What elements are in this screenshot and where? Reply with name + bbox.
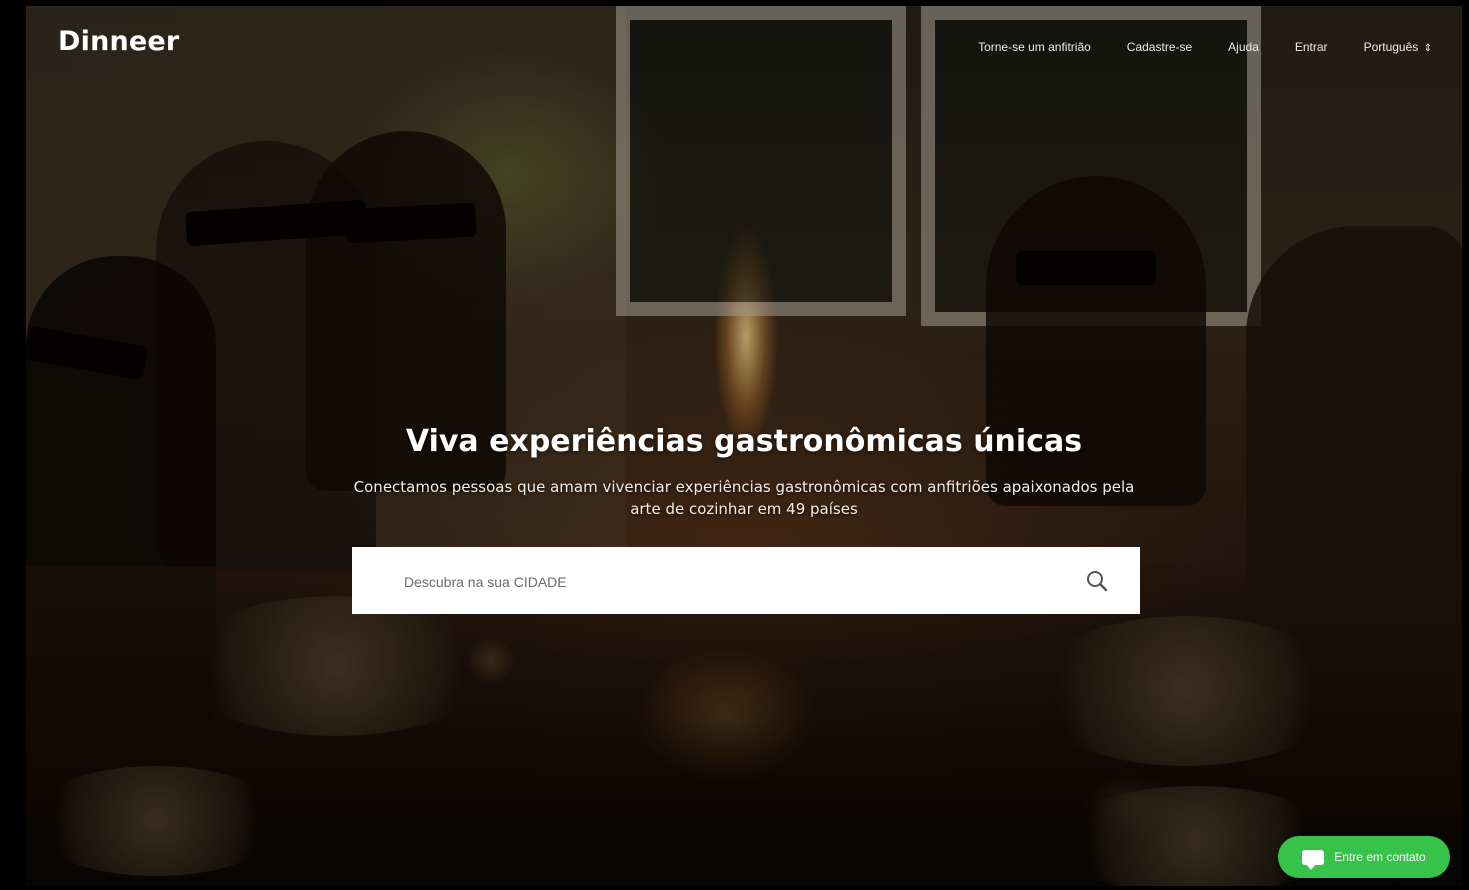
site-header: Dinneer Torne-se um anfitrião Cadastre-s…: [26, 6, 1462, 86]
language-label: Português: [1363, 40, 1419, 54]
logo[interactable]: Dinneer: [58, 26, 179, 57]
city-search-bar: [352, 547, 1140, 616]
search-icon[interactable]: [1084, 568, 1110, 594]
contact-button[interactable]: Entre em contato: [1278, 836, 1450, 878]
nav-signup[interactable]: Cadastre-se: [1127, 40, 1192, 54]
top-nav: Torne-se um anfitrião Cadastre-se Ajuda …: [978, 40, 1432, 54]
contact-label: Entre em contato: [1334, 850, 1426, 864]
city-search-input[interactable]: [402, 547, 1046, 616]
nav-login[interactable]: Entrar: [1295, 40, 1328, 54]
hero-subtitle: Conectamos pessoas que amam vivenciar ex…: [353, 478, 1135, 518]
language-selector[interactable]: Português ⇕: [1364, 40, 1432, 54]
updown-arrow-icon: ⇕: [1423, 43, 1432, 54]
nav-help[interactable]: Ajuda: [1228, 40, 1259, 54]
hero-title: Viva experiências gastronômicas únicas: [405, 424, 1083, 459]
chat-icon: [1302, 849, 1325, 870]
page-frame: Dinneer Torne-se um anfitrião Cadastre-s…: [26, 6, 1462, 886]
nav-become-host[interactable]: Torne-se um anfitrião: [978, 40, 1091, 54]
